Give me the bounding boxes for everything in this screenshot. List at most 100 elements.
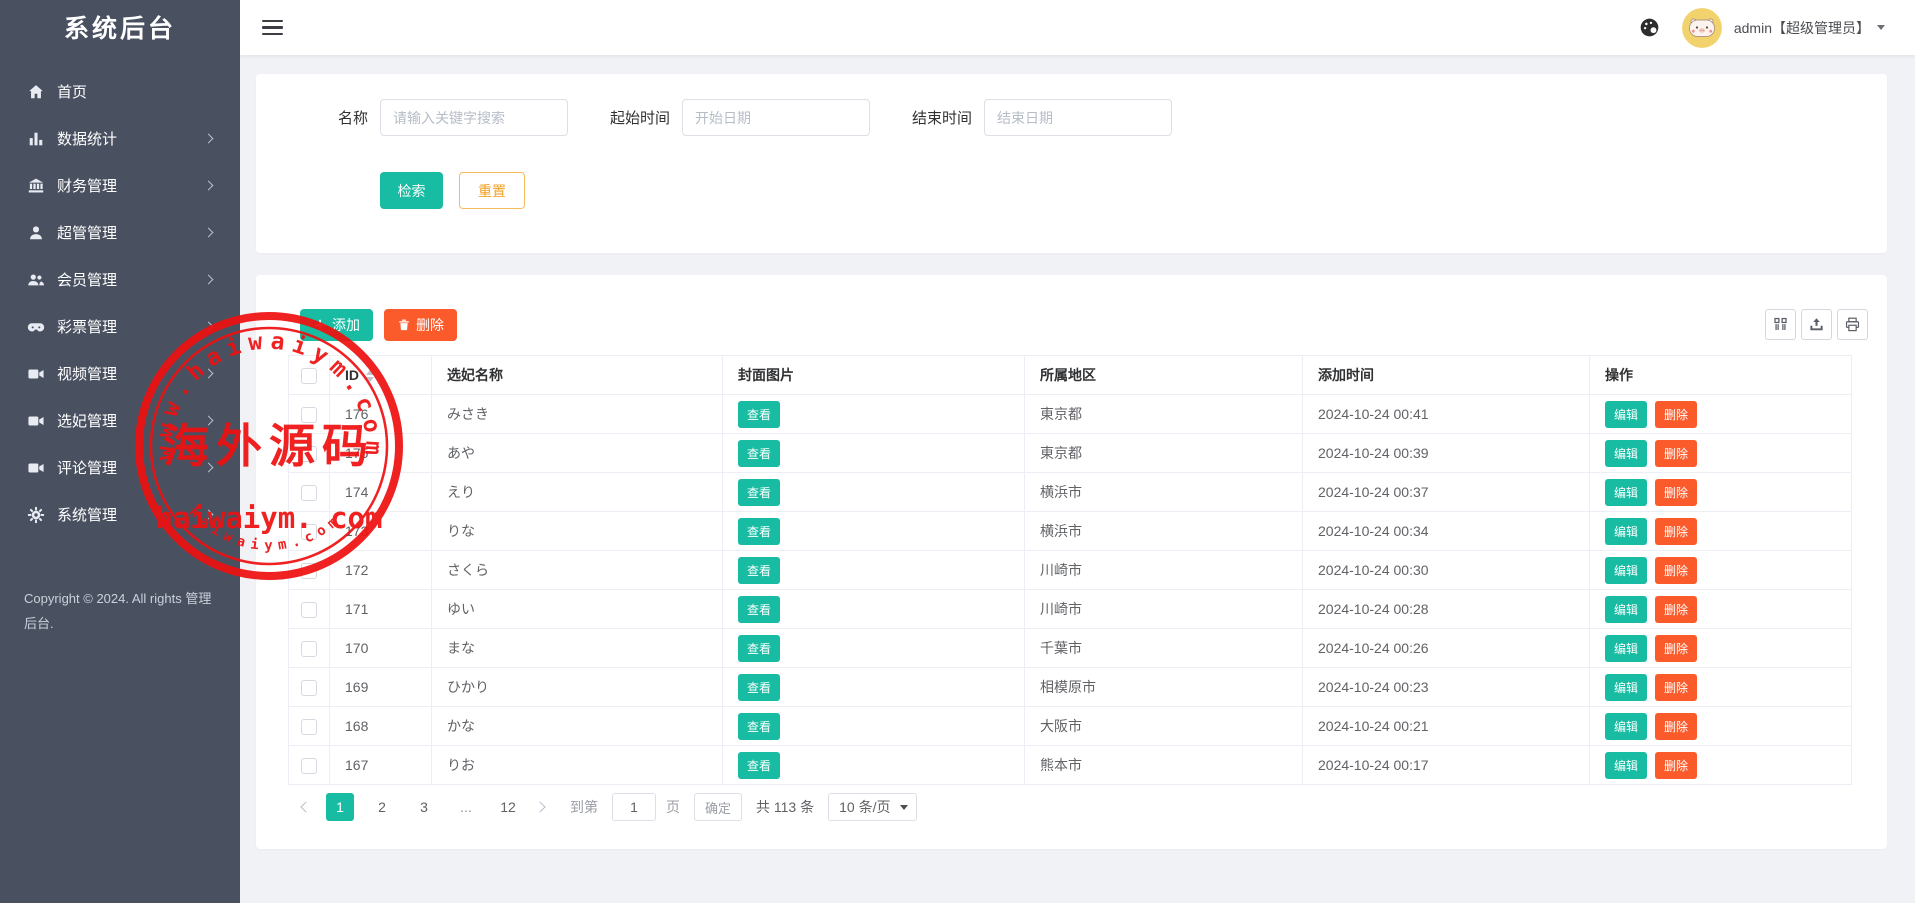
main-area: admin【超级管理员】 名称 起始时间 结束时间	[240, 0, 1915, 921]
page-number[interactable]: 1	[326, 793, 354, 821]
view-button[interactable]: 查看	[738, 557, 780, 584]
row-checkbox[interactable]	[301, 680, 317, 696]
edit-button[interactable]: 编辑	[1605, 596, 1647, 623]
page-size-select[interactable]: 10 条/页	[828, 793, 917, 821]
sidebar-item[interactable]: 系统管理	[0, 491, 240, 538]
next-page-icon[interactable]	[536, 803, 544, 811]
table-toolbar: 添加 删除	[300, 309, 1851, 341]
page-number-input[interactable]	[612, 793, 656, 821]
row-checkbox[interactable]	[301, 758, 317, 774]
edit-button[interactable]: 编辑	[1605, 752, 1647, 779]
row-checkbox[interactable]	[301, 446, 317, 462]
export-icon[interactable]	[1801, 309, 1832, 340]
delete-button[interactable]: 删除	[1655, 635, 1697, 662]
prev-page-icon[interactable]	[302, 803, 310, 811]
bank-icon	[26, 176, 46, 196]
sidebar-item[interactable]: 超管管理	[0, 209, 240, 256]
delete-button[interactable]: 删除	[1655, 518, 1697, 545]
delete-button[interactable]: 删除	[1655, 674, 1697, 701]
delete-selected-button[interactable]: 删除	[384, 309, 457, 341]
delete-button[interactable]: 删除	[1655, 713, 1697, 740]
sidebar-item[interactable]: 彩票管理	[0, 303, 240, 350]
edit-button[interactable]: 编辑	[1605, 440, 1647, 467]
edit-button[interactable]: 编辑	[1605, 479, 1647, 506]
user-menu[interactable]: admin【超级管理员】	[1682, 8, 1885, 48]
page-number[interactable]: 3	[410, 793, 438, 821]
table-row: 167りお查看熊本市2024-10-24 00:17编辑删除	[289, 746, 1852, 785]
row-checkbox[interactable]	[301, 563, 317, 579]
row-checkbox[interactable]	[301, 485, 317, 501]
hamburger-icon[interactable]	[262, 20, 283, 35]
sidebar-item-label: 视频管理	[57, 363, 205, 384]
view-button[interactable]: 查看	[738, 674, 780, 701]
sidebar-item-label: 系统管理	[57, 504, 205, 525]
edit-button[interactable]: 编辑	[1605, 557, 1647, 584]
sidebar-item[interactable]: 财务管理	[0, 162, 240, 209]
end-date-input[interactable]	[984, 99, 1172, 136]
columns-icon[interactable]	[1765, 309, 1796, 340]
sidebar-item[interactable]: 会员管理	[0, 256, 240, 303]
sidebar-item[interactable]: 首页	[0, 68, 240, 115]
sidebar-item[interactable]: 视频管理	[0, 350, 240, 397]
chevron-right-icon	[204, 228, 214, 238]
sidebar-item-label: 选妃管理	[57, 410, 205, 431]
caret-down-icon	[1877, 25, 1885, 30]
cell-name: かな	[432, 707, 723, 746]
name-input[interactable]	[380, 99, 568, 136]
print-icon[interactable]	[1837, 309, 1868, 340]
confirm-page-button[interactable]: 确定	[694, 793, 742, 821]
delete-button[interactable]: 删除	[1655, 440, 1697, 467]
start-date-input[interactable]	[682, 99, 870, 136]
page-number[interactable]: 12	[494, 793, 522, 821]
edit-button[interactable]: 编辑	[1605, 401, 1647, 428]
view-button[interactable]: 查看	[738, 596, 780, 623]
palette-icon[interactable]	[1639, 17, 1660, 38]
view-button[interactable]: 查看	[738, 635, 780, 662]
end-time-label: 结束时间	[912, 107, 972, 128]
cell-region: 大阪市	[1025, 707, 1303, 746]
cell-id: 172	[330, 551, 432, 590]
edit-button[interactable]: 编辑	[1605, 518, 1647, 545]
view-button[interactable]: 查看	[738, 479, 780, 506]
username-label: admin【超级管理员】	[1734, 18, 1870, 38]
row-checkbox[interactable]	[301, 602, 317, 618]
edit-button[interactable]: 编辑	[1605, 713, 1647, 740]
row-checkbox[interactable]	[301, 719, 317, 735]
cell-time: 2024-10-24 00:23	[1303, 668, 1590, 707]
delete-button[interactable]: 删除	[1655, 479, 1697, 506]
page-number[interactable]: 2	[368, 793, 396, 821]
row-checkbox[interactable]	[301, 407, 317, 423]
view-button[interactable]: 查看	[738, 401, 780, 428]
sidebar-item[interactable]: 评论管理	[0, 444, 240, 491]
row-checkbox[interactable]	[301, 524, 317, 540]
delete-button[interactable]: 删除	[1655, 752, 1697, 779]
pagination: 123...12 到第 页 确定 共 113 条 10 条/页	[288, 793, 1851, 821]
reset-button[interactable]: 重置	[459, 172, 525, 209]
view-button[interactable]: 查看	[738, 440, 780, 467]
add-button[interactable]: 添加	[300, 309, 373, 341]
sidebar-menu: 首页数据统计财务管理超管管理会员管理彩票管理视频管理选妃管理评论管理系统管理	[0, 68, 240, 538]
table-row: 172さくら查看川崎市2024-10-24 00:30编辑删除	[289, 551, 1852, 590]
view-button[interactable]: 查看	[738, 518, 780, 545]
row-checkbox[interactable]	[301, 368, 317, 384]
edit-button[interactable]: 编辑	[1605, 674, 1647, 701]
row-checkbox[interactable]	[301, 641, 317, 657]
delete-button[interactable]: 删除	[1655, 557, 1697, 584]
cell-region: 熊本市	[1025, 746, 1303, 785]
column-header: 所属地区	[1040, 367, 1096, 383]
total-count-label: 共 113 条	[756, 797, 814, 817]
delete-button[interactable]: 删除	[1655, 596, 1697, 623]
table-tools	[1760, 309, 1868, 340]
sidebar-item[interactable]: 选妃管理	[0, 397, 240, 444]
delete-button[interactable]: 删除	[1655, 401, 1697, 428]
video-icon	[26, 364, 46, 384]
search-button[interactable]: 检索	[380, 172, 443, 209]
sidebar-item[interactable]: 数据统计	[0, 115, 240, 162]
table-row: 173りな查看横浜市2024-10-24 00:34编辑删除	[289, 512, 1852, 551]
view-button[interactable]: 查看	[738, 713, 780, 740]
avatar[interactable]	[1682, 8, 1722, 48]
sort-icon[interactable]	[366, 370, 374, 382]
view-button[interactable]: 查看	[738, 752, 780, 779]
edit-button[interactable]: 编辑	[1605, 635, 1647, 662]
name-label: 名称	[338, 107, 368, 128]
